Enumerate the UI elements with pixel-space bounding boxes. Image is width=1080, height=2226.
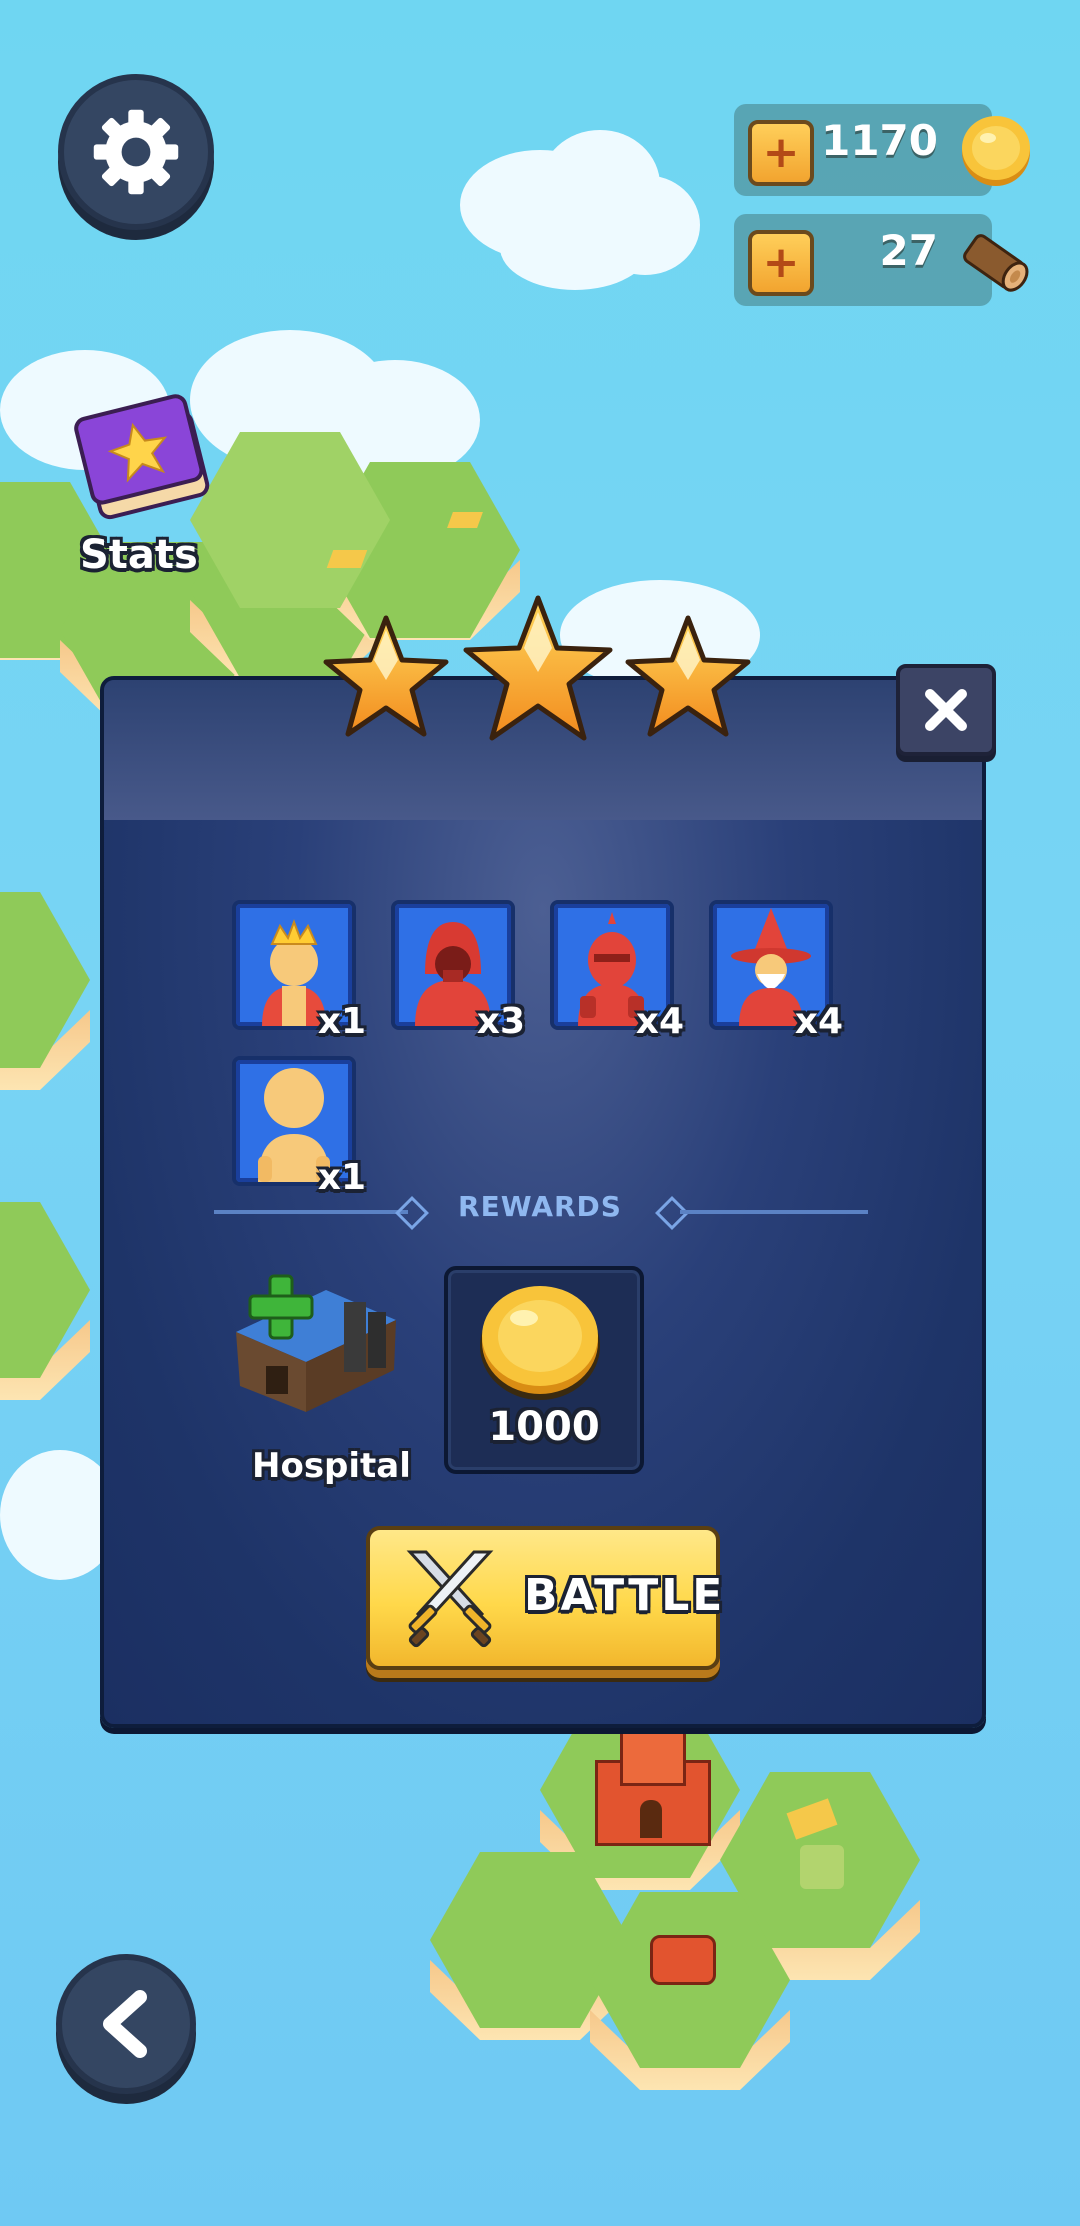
gear-icon: [93, 109, 179, 195]
star-icon: [625, 615, 751, 737]
reward-hospital: Hospital: [226, 1262, 416, 1494]
unit-card-wizard: x4: [709, 900, 843, 1042]
unit-count: x1: [317, 1001, 366, 1042]
stats-button[interactable]: Stats: [60, 384, 220, 594]
unit-card-hooded-warrior: x3: [391, 900, 525, 1042]
battle-label: BATTLE: [524, 1570, 726, 1621]
coin-icon: [480, 1286, 600, 1400]
settings-button[interactable]: [58, 74, 214, 230]
back-button[interactable]: [56, 1954, 196, 2094]
wood-counter: + 27: [734, 214, 1029, 306]
castle: [585, 1730, 715, 1850]
unit-card-peasant: x1: [232, 1056, 366, 1198]
coin-icon: [962, 116, 1030, 186]
unit-card-king: x1: [232, 900, 366, 1042]
crossed-swords-icon: [406, 1550, 494, 1648]
star-icon: [323, 615, 449, 737]
unit-count: x4: [794, 1001, 843, 1042]
divider-left: [214, 1210, 408, 1214]
divider-right: [680, 1210, 868, 1214]
stars-rating: [323, 595, 751, 741]
coin-counter: + 1170: [734, 104, 1030, 196]
reward-coins: 1000: [444, 1266, 644, 1474]
add-coins-button[interactable]: +: [748, 120, 814, 186]
rewards-heading: REWARDS: [458, 1190, 622, 1223]
unit-card-knight: x4: [550, 900, 684, 1042]
coin-reward-amount: 1000: [488, 1404, 600, 1450]
close-button[interactable]: [896, 664, 996, 756]
star-icon: [463, 595, 613, 741]
wood-value: 27: [879, 226, 938, 275]
add-wood-button[interactable]: +: [748, 230, 814, 296]
chevron-left-icon: [103, 1990, 147, 2058]
coin-value: 1170: [821, 116, 938, 165]
book-icon: [74, 394, 210, 520]
hospital-building-icon: [236, 1274, 396, 1412]
unit-count: x3: [476, 1001, 525, 1042]
cloud: [500, 205, 650, 290]
close-icon: [925, 689, 967, 731]
hospital-label: Hospital: [252, 1446, 411, 1486]
stats-label: Stats: [80, 532, 198, 578]
unit-count: x1: [317, 1157, 366, 1198]
wood-log-icon: [963, 234, 1029, 292]
cart: [650, 1935, 716, 1985]
unit-count: x4: [635, 1001, 684, 1042]
battle-button[interactable]: BATTLE: [366, 1526, 722, 1670]
